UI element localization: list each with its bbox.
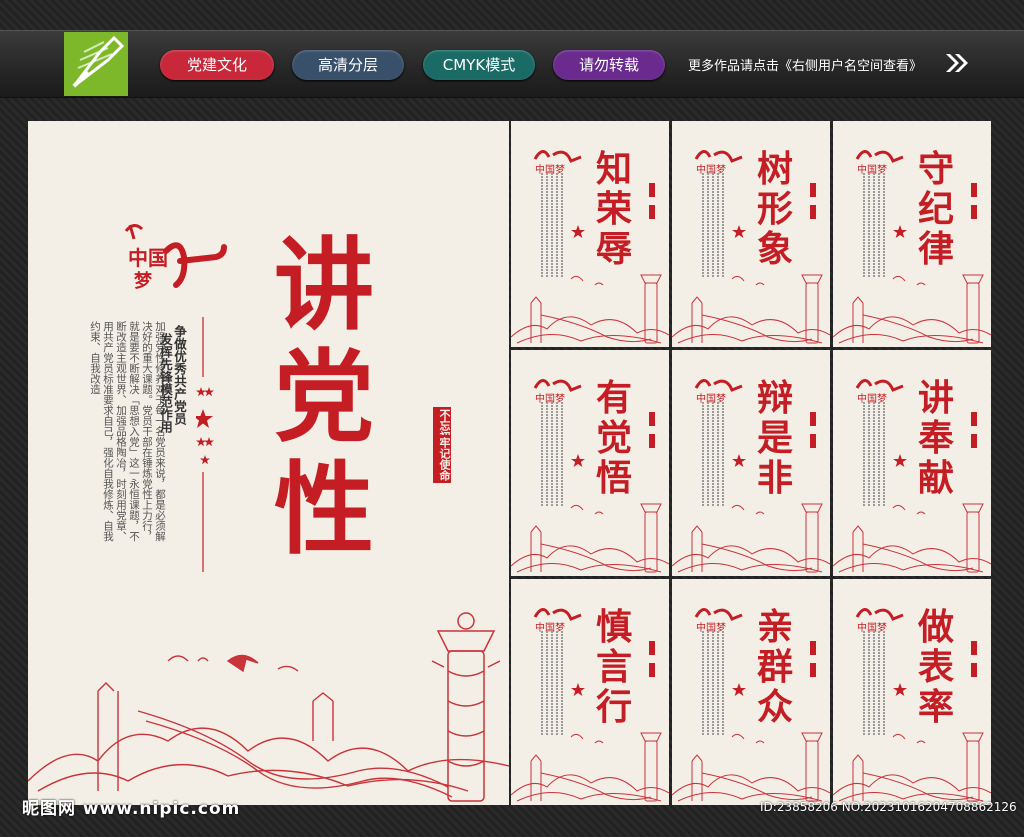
card-seal [810, 183, 816, 253]
title-char-1: 讲 [274, 226, 374, 344]
card-china-dream-logo: 中国梦 [855, 379, 904, 405]
card-zhi-rong-ru: 中国梦 知荣辱 [511, 121, 669, 347]
site-logo[interactable] [64, 32, 128, 96]
card-great-wall-illustration [672, 732, 830, 802]
card-shu-xing-xiang: 中国梦 树形象 [672, 121, 830, 347]
card-title: 讲奉献 [915, 378, 957, 498]
card-china-dream-logo: 中国梦 [694, 379, 743, 405]
card-title: 亲群众 [754, 607, 796, 727]
slogan-line-2: 发挥先锋模范作用 [158, 333, 173, 433]
tag-cmyk[interactable]: CMYK模式 [423, 50, 535, 80]
card-jiang-feng-xian: 中国梦 讲奉献 [833, 350, 991, 576]
card-title: 辩是非 [754, 378, 796, 498]
card-seal [810, 641, 816, 711]
svg-text:中国: 中国 [128, 246, 168, 270]
pen-nib-icon [64, 32, 128, 96]
star-icon [732, 225, 746, 238]
star-icon [571, 454, 585, 467]
card-char: 辩 [756, 377, 793, 419]
card-great-wall-illustration [833, 274, 991, 344]
card-title: 知荣辱 [593, 149, 635, 269]
card-char: 形 [756, 188, 793, 230]
card-great-wall-illustration [833, 503, 991, 573]
card-char: 慎 [595, 606, 632, 648]
card-you-jue-wu: 中国梦 有觉悟 [511, 350, 669, 576]
svg-text:梦: 梦 [134, 270, 153, 292]
card-shou-ji-lv: 中国梦 守纪律 [833, 121, 991, 347]
card-char: 奉 [917, 417, 954, 459]
card-seal [971, 641, 977, 711]
title-char-2: 党 [274, 338, 374, 456]
watermark-site: 昵图网 www.nipic.com [22, 799, 241, 819]
tag-no-repost[interactable]: 请勿转载 [553, 50, 665, 80]
card-china-dream-logo: 中国梦 [694, 608, 743, 634]
card-char: 做 [917, 606, 954, 648]
poster-body-text: 加强党性修养对于每一名党员来说，都是必须解决好的重大课题。党员干部在锤炼党性上力… [89, 321, 166, 542]
card-char: 是 [756, 417, 793, 459]
card-title: 有觉悟 [593, 378, 635, 498]
tag-hd-layers[interactable]: 高清分层 [292, 50, 404, 80]
card-great-wall-illustration [511, 732, 669, 802]
title-char-3: 性 [274, 450, 374, 568]
card-great-wall-illustration [511, 274, 669, 344]
card-china-dream-logo: 中国梦 [533, 379, 582, 405]
card-char: 树 [756, 148, 793, 190]
card-char: 有 [595, 377, 632, 419]
card-char: 觉 [595, 417, 632, 459]
card-seal [971, 412, 977, 482]
card-china-dream-logo: 中国梦 [533, 150, 582, 176]
card-great-wall-illustration [511, 503, 669, 573]
card-char: 纪 [917, 188, 954, 230]
card-qin-qun-zhong: 中国梦 亲群众 [672, 579, 830, 805]
slogan-line-1: 争做优秀共产党员 [172, 325, 187, 425]
card-char: 讲 [917, 377, 954, 419]
star-icon [571, 683, 585, 696]
main-poster: 中国 梦 加强党性修养对于每一名党员来说，都是必须解决好的重大课题。党员干部在锤… [28, 121, 509, 805]
card-china-dream-logo: 中国梦 [533, 608, 582, 634]
card-seal [649, 641, 655, 711]
card-great-wall-illustration [833, 732, 991, 802]
star-icon [732, 683, 746, 696]
card-shen-yan-xing: 中国梦 慎言行 [511, 579, 669, 805]
more-works-link[interactable]: 更多作品请点击《右侧用户名空间查看》 [688, 55, 922, 74]
card-seal [810, 412, 816, 482]
card-title: 树形象 [754, 149, 796, 269]
star-icon [732, 454, 746, 467]
china-dream-logo: 中国 梦 [124, 224, 227, 292]
poster-slogan: 争做优秀共产党员 发挥先锋模范作用 [158, 325, 187, 433]
star-divider [196, 317, 214, 572]
card-great-wall-illustration [672, 274, 830, 344]
watermark-id: ID:23858206 NO:20231016204708862126 [760, 800, 1017, 814]
card-seal [649, 412, 655, 482]
card-china-dream-logo: 中国梦 [855, 150, 904, 176]
seal-stamp-2: 牢记使命 [433, 435, 451, 483]
star-icon [571, 225, 585, 238]
card-char: 亲 [756, 606, 793, 648]
card-great-wall-illustration [672, 503, 830, 573]
card-china-dream-logo: 中国梦 [855, 608, 904, 634]
poster-title: 讲 党 性 [264, 229, 384, 565]
star-icon [893, 454, 907, 467]
card-char: 言 [595, 646, 632, 688]
card-char: 守 [917, 148, 954, 190]
card-title: 慎言行 [593, 607, 635, 727]
card-char: 知 [595, 148, 632, 190]
star-icon [893, 683, 907, 696]
great-wall-illustration [28, 612, 509, 802]
card-char: 群 [756, 646, 793, 688]
tag-party-culture[interactable]: 党建文化 [160, 50, 274, 80]
star-icon [893, 225, 907, 238]
card-bian-shi-fei: 中国梦 辩是非 [672, 350, 830, 576]
double-chevron-right-icon[interactable] [944, 52, 970, 74]
card-char: 表 [917, 646, 954, 688]
card-zuo-biao-shuai: 中国梦 做表率 [833, 579, 991, 805]
card-char: 荣 [595, 188, 632, 230]
card-seal [971, 183, 977, 253]
card-china-dream-logo: 中国梦 [694, 150, 743, 176]
card-title: 守纪律 [915, 149, 957, 269]
card-seal [649, 183, 655, 253]
card-title: 做表率 [915, 607, 957, 727]
